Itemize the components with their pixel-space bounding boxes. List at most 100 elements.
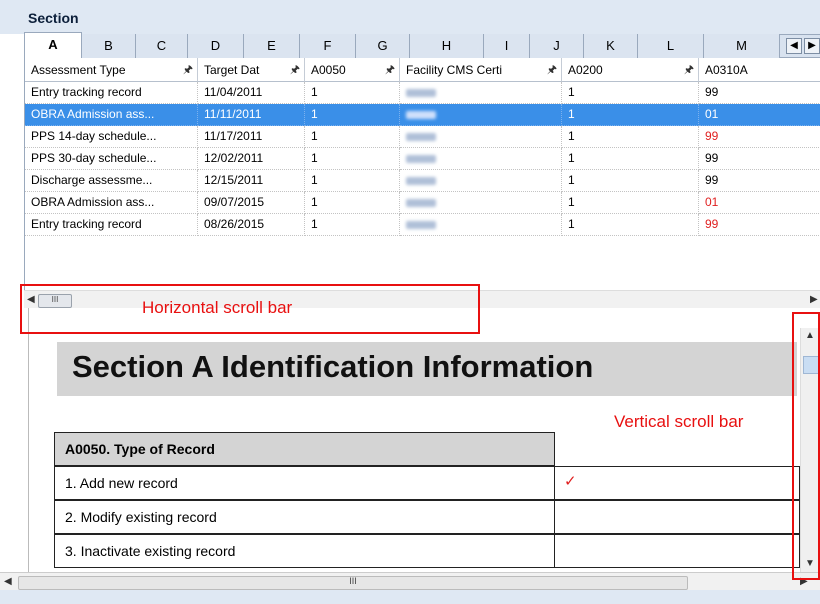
cell-a0310a[interactable]: 99 <box>699 214 820 236</box>
tab-scroll-right-icon[interactable]: ▶ <box>804 38 820 54</box>
vertical-scroll-annotation: Vertical scroll bar <box>614 412 744 431</box>
scroll-left-arrow-icon[interactable]: ◀ <box>4 576 12 587</box>
cell-a0310a[interactable]: 99 <box>699 126 820 148</box>
facility-cms-cell[interactable] <box>400 126 562 148</box>
record-option-row: 3. Inactivate existing record <box>54 534 802 568</box>
facility-cms-cell[interactable] <box>400 192 562 214</box>
redacted-value <box>406 177 436 185</box>
tab-b[interactable]: B <box>82 34 136 58</box>
record-option-label: 1. Add new record <box>54 466 555 500</box>
cell-date[interactable]: 12/15/2011 <box>198 170 305 192</box>
grid-header-1[interactable]: Assessment Type 🖈 <box>25 58 198 82</box>
cell-a0050[interactable]: 1 <box>305 126 400 148</box>
tab-e[interactable]: E <box>244 34 300 58</box>
cell-a0310a[interactable]: 99 <box>699 148 820 170</box>
horizontal-scroll-annotation: Horizontal scroll bar <box>142 298 293 317</box>
grid-header-label: Assessment Type <box>31 63 126 77</box>
cell-a0050[interactable]: 1 <box>305 104 400 126</box>
cell-a0310a[interactable]: 01 <box>699 104 820 126</box>
grid-header-5[interactable]: A0200 🖈 <box>562 58 699 82</box>
grid-header-6[interactable]: A0310A <box>699 58 820 82</box>
cell-a0200[interactable]: 1 <box>562 214 699 236</box>
redacted-value <box>406 221 436 229</box>
cell-a0050[interactable]: 1 <box>305 170 400 192</box>
redacted-value <box>406 111 436 119</box>
tab-h[interactable]: H <box>410 34 484 58</box>
cell-a0200[interactable]: 1 <box>562 170 699 192</box>
cell-date[interactable]: 11/11/2011 <box>198 104 305 126</box>
tab-d[interactable]: D <box>188 34 244 58</box>
pin-icon[interactable]: 🖈 <box>385 58 395 81</box>
grid-header-label: Target Dat <box>204 63 260 77</box>
cell-a0050[interactable]: 1 <box>305 214 400 236</box>
record-option-check[interactable] <box>554 534 800 568</box>
grid-header-3[interactable]: A0050 🖈 <box>305 58 400 82</box>
cell-date[interactable]: 11/04/2011 <box>198 82 305 104</box>
cell-type[interactable]: PPS 30-day schedule... <box>25 148 198 170</box>
pin-icon[interactable]: 🖈 <box>290 58 300 81</box>
tab-l[interactable]: L <box>638 34 704 58</box>
tab-a[interactable]: A <box>24 32 82 59</box>
record-option-row: 1. Add new record ✓ <box>54 466 802 500</box>
redacted-value <box>406 133 436 141</box>
tab-m[interactable]: M <box>704 34 780 58</box>
grid-header-label: A0310A <box>705 63 748 77</box>
cell-date[interactable]: 09/07/2015 <box>198 192 305 214</box>
doc-title: Section A Identification Information <box>72 349 594 384</box>
redacted-value <box>406 199 436 207</box>
grid-header-4[interactable]: Facility CMS Certi 🖈 <box>400 58 562 82</box>
tab-k[interactable]: K <box>584 34 638 58</box>
cell-a0310a[interactable]: 01 <box>699 192 820 214</box>
record-option-row: 2. Modify existing record <box>54 500 802 534</box>
cell-type[interactable]: PPS 14-day schedule... <box>25 126 198 148</box>
tab-i[interactable]: I <box>484 34 530 58</box>
cell-type[interactable]: Discharge assessme... <box>25 170 198 192</box>
cell-a0200[interactable]: 1 <box>562 148 699 170</box>
cell-a0200[interactable]: 1 <box>562 192 699 214</box>
scroll-right-arrow-icon[interactable]: ▶ <box>810 294 818 305</box>
cell-type[interactable]: Entry tracking record <box>25 214 198 236</box>
cell-a0050[interactable]: 1 <box>305 148 400 170</box>
cell-a0050[interactable]: 1 <box>305 82 400 104</box>
status-strip <box>0 590 820 604</box>
cell-a0050[interactable]: 1 <box>305 192 400 214</box>
record-option-check[interactable] <box>554 500 800 534</box>
grid-header-2[interactable]: Target Dat 🖈 <box>198 58 305 82</box>
facility-cms-cell[interactable] <box>400 82 562 104</box>
cell-a0310a[interactable]: 99 <box>699 170 820 192</box>
grid-header-label: A0050 <box>311 63 346 77</box>
pin-icon[interactable]: 🖈 <box>183 58 193 81</box>
bottom-scroll-thumb[interactable]: III <box>18 576 688 590</box>
tab-j[interactable]: J <box>530 34 584 58</box>
cell-a0200[interactable]: 1 <box>562 126 699 148</box>
tab-g[interactable]: G <box>356 34 410 58</box>
document-horizontal-scrollbar[interactable]: ◀ III ▶ <box>0 572 820 590</box>
facility-cms-cell[interactable] <box>400 148 562 170</box>
grid-header-label: A0200 <box>568 63 603 77</box>
redacted-value <box>406 155 436 163</box>
tab-c[interactable]: C <box>136 34 188 58</box>
cell-type[interactable]: OBRA Admission ass... <box>25 192 198 214</box>
record-option-check[interactable]: ✓ <box>554 466 800 500</box>
record-option-label: 3. Inactivate existing record <box>54 534 555 568</box>
facility-cms-cell[interactable] <box>400 170 562 192</box>
cell-date[interactable]: 08/26/2015 <box>198 214 305 236</box>
cell-type[interactable]: OBRA Admission ass... <box>25 104 198 126</box>
cell-date[interactable]: 11/17/2011 <box>198 126 305 148</box>
cell-date[interactable]: 12/02/2011 <box>198 148 305 170</box>
facility-cms-cell[interactable] <box>400 214 562 236</box>
section-label: Section <box>28 10 79 26</box>
record-option-label: 2. Modify existing record <box>54 500 555 534</box>
cell-a0310a[interactable]: 99 <box>699 82 820 104</box>
assessment-grid: Assessment Type 🖈 Target Dat 🖈 A0050 🖈 Facilit… <box>24 58 820 290</box>
cell-a0200[interactable]: 1 <box>562 104 699 126</box>
cell-a0200[interactable]: 1 <box>562 82 699 104</box>
tab-scroll-left-icon[interactable]: ◀ <box>786 38 802 54</box>
facility-cms-cell[interactable] <box>400 104 562 126</box>
pin-icon[interactable]: 🖈 <box>547 58 557 81</box>
section-header <box>0 0 820 34</box>
pin-icon[interactable]: 🖈 <box>684 58 694 81</box>
record-table-header-label: A0050. Type of Record <box>54 432 555 466</box>
tab-f[interactable]: F <box>300 34 356 58</box>
cell-type[interactable]: Entry tracking record <box>25 82 198 104</box>
